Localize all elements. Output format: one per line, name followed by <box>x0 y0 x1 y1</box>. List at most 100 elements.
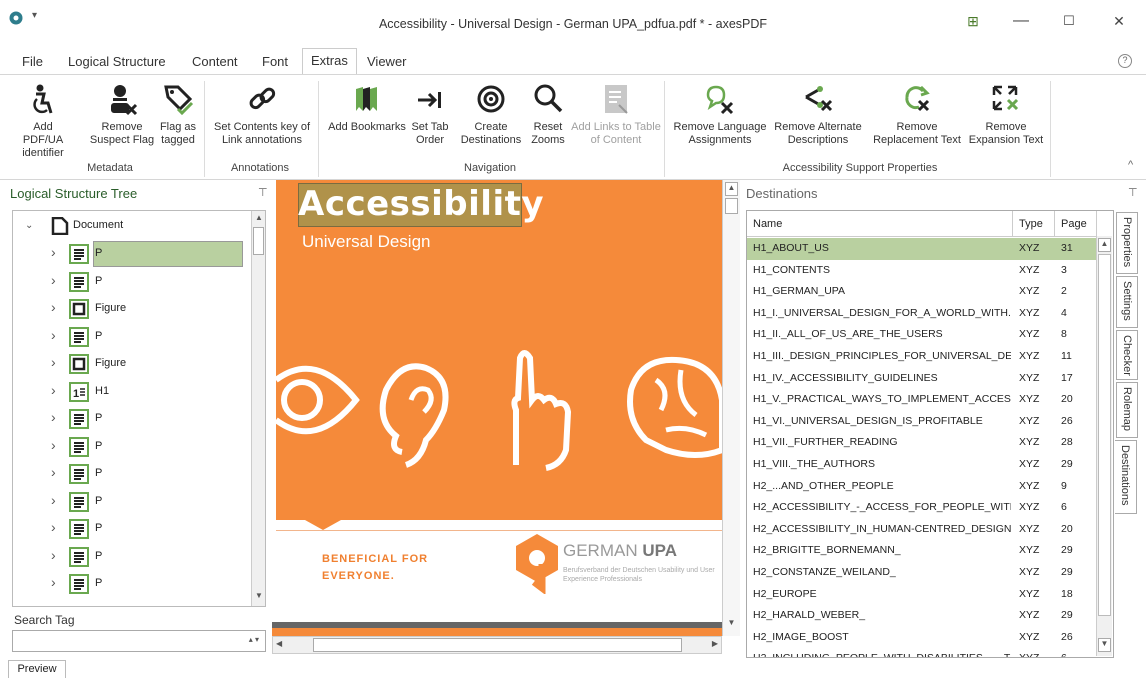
destinations-scrollbar[interactable]: ▲ ▼ <box>1096 236 1112 656</box>
table-row[interactable]: H1_ABOUT_US XYZ 31 <box>747 238 1099 260</box>
flag-as-tagged-button[interactable]: Flag as tagged <box>158 83 198 147</box>
tree-node[interactable]: › P <box>13 544 253 570</box>
table-row[interactable]: H2_BRIGITTE_BORNEMANN_ XYZ 29 <box>747 540 1099 562</box>
table-row[interactable]: H2_CONSTANZE_WEILAND_ XYZ 29 <box>747 562 1099 584</box>
table-row[interactable]: H1_CONTENTS XYZ 3 <box>747 260 1099 282</box>
table-row[interactable]: H1_VII._FURTHER_READING XYZ 28 <box>747 432 1099 454</box>
tree-node[interactable]: › P <box>13 461 253 487</box>
chevron-right-icon[interactable]: › <box>51 437 56 453</box>
set-contents-key-button[interactable]: Set Contents key of Link annotations <box>208 83 316 147</box>
chevron-right-icon[interactable]: › <box>51 574 56 590</box>
add-pdfua-identifier-button[interactable]: Add PDF/UA identifier <box>14 83 72 160</box>
table-row[interactable]: H2_INCLUDING_PEOPLE_WITH_DISABILITIES_-_… <box>747 648 1099 657</box>
side-tab-destinations[interactable]: Destinations <box>1115 440 1137 514</box>
add-links-toc-button[interactable]: Add Links to Table of Content <box>570 83 662 147</box>
chevron-right-icon[interactable]: › <box>51 354 56 370</box>
chevron-right-icon[interactable]: › <box>51 464 56 480</box>
scroll-up-icon[interactable]: ▲ <box>1098 238 1111 252</box>
add-bookmarks-button[interactable]: Add Bookmarks <box>322 83 412 134</box>
table-row[interactable]: H1_GERMAN_UPA XYZ 2 <box>747 281 1099 303</box>
table-row[interactable]: H2_ACCESSIBILITY_IN_HUMAN-CENTRED_DESIGN… <box>747 519 1099 541</box>
tree-node[interactable]: › P <box>13 406 253 432</box>
table-row[interactable]: H2_...AND_OTHER_PEOPLE XYZ 9 <box>747 476 1099 498</box>
table-row[interactable]: H2_IMAGE_BOOST XYZ 26 <box>747 627 1099 649</box>
remove-language-button[interactable]: Remove Language Assignments <box>668 83 772 147</box>
chevron-right-icon[interactable]: › <box>51 244 56 260</box>
tree-node[interactable]: › P <box>13 241 253 267</box>
scroll-thumb[interactable] <box>313 638 682 652</box>
pin-icon[interactable]: ⊤ <box>258 186 268 199</box>
remove-expansion-button[interactable]: Remove Expansion Text <box>966 83 1046 147</box>
tree-node[interactable]: › 1 H1 <box>13 379 253 405</box>
table-row[interactable]: H1_VI._UNIVERSAL_DESIGN_IS_PROFITABLE XYZ… <box>747 411 1099 433</box>
menu-font[interactable]: Font <box>256 52 294 71</box>
menu-logical-structure[interactable]: Logical Structure <box>62 52 172 71</box>
table-row[interactable]: H1_VIII._THE_AUTHORS XYZ 29 <box>747 454 1099 476</box>
tree-node-document[interactable]: ⌄ Document <box>13 213 253 239</box>
document-vertical-scrollbar[interactable]: ▲ ▼ <box>722 180 740 636</box>
tab-preview[interactable]: Preview <box>8 660 66 678</box>
side-tab-properties[interactable]: Properties <box>1116 212 1138 274</box>
column-header-page[interactable]: Page <box>1055 211 1097 237</box>
table-row[interactable]: H1_I._UNIVERSAL_DESIGN_FOR_A_WORLD_WITH.… <box>747 303 1099 325</box>
side-tab-rolemap[interactable]: Rolemap <box>1116 382 1138 438</box>
menu-content[interactable]: Content <box>186 52 244 71</box>
menu-viewer[interactable]: Viewer <box>361 52 413 71</box>
side-tab-checker[interactable]: Checker <box>1116 330 1138 380</box>
chevron-right-icon[interactable]: › <box>51 272 56 288</box>
tree-node[interactable]: › P <box>13 571 253 597</box>
table-row[interactable]: H1_V._PRACTICAL_WAYS_TO_IMPLEMENT_ACCES.… <box>747 389 1099 411</box>
tree-node[interactable]: › Figure <box>13 296 253 322</box>
chevron-right-icon[interactable]: › <box>51 409 56 425</box>
menu-file[interactable]: File <box>16 52 49 71</box>
tree-node[interactable]: › P <box>13 489 253 515</box>
remove-suspect-flag-button[interactable]: Remove Suspect Flag <box>86 83 158 147</box>
scroll-right-icon[interactable]: ▶ <box>712 639 718 648</box>
chevron-right-icon[interactable]: › <box>51 492 56 508</box>
create-destinations-button[interactable]: Create Destinations <box>460 83 522 147</box>
spin-icon[interactable]: ▴ ▾ <box>249 635 259 644</box>
help-icon[interactable]: ? <box>1118 54 1132 68</box>
chevron-right-icon[interactable]: › <box>51 547 56 563</box>
remove-alternate-button[interactable]: Remove Alternate Descriptions <box>770 83 866 147</box>
table-row[interactable]: H2_ACCESSIBILITY_-_ACCESS_FOR_PEOPLE_WIT… <box>747 497 1099 519</box>
search-tag-input[interactable]: ▴ ▾ <box>12 630 266 652</box>
scroll-thumb[interactable] <box>253 227 264 255</box>
scroll-left-icon[interactable]: ◀ <box>276 639 282 648</box>
scroll-down-icon[interactable]: ▼ <box>1098 638 1111 652</box>
chevron-right-icon[interactable]: › <box>51 519 56 535</box>
chevron-right-icon[interactable]: › <box>51 382 56 398</box>
restore-layout-icon[interactable]: ⊞ <box>958 10 988 32</box>
scroll-thumb[interactable] <box>725 198 738 214</box>
maximize-button[interactable]: ☐ <box>1054 10 1084 32</box>
collapse-ribbon-icon[interactable]: ^ <box>1128 159 1133 171</box>
chevron-right-icon[interactable]: › <box>51 327 56 343</box>
tree-node[interactable]: › P <box>13 324 253 350</box>
tree-scrollbar[interactable]: ▲ ▼ <box>251 211 265 606</box>
scroll-thumb[interactable] <box>1098 254 1111 616</box>
chevron-down-icon[interactable]: ⌄ <box>25 220 33 231</box>
table-row[interactable]: H1_II._ALL_OF_US_ARE_THE_USERS XYZ 8 <box>747 324 1099 346</box>
side-tab-settings[interactable]: Settings <box>1116 276 1138 328</box>
scroll-up-icon[interactable]: ▲ <box>725 182 738 196</box>
table-row[interactable]: H1_IV._ACCESSIBILITY_GUIDELINES XYZ 17 <box>747 368 1099 390</box>
reset-zooms-button[interactable]: Reset Zooms <box>526 83 570 147</box>
remove-replacement-button[interactable]: Remove Replacement Text <box>866 83 968 147</box>
menu-extras[interactable]: Extras <box>302 48 357 74</box>
column-header-type[interactable]: Type <box>1013 211 1055 237</box>
tree-node[interactable]: › P <box>13 516 253 542</box>
column-header-name[interactable]: Name <box>747 211 1013 237</box>
tree-node[interactable]: › P <box>13 269 253 295</box>
minimize-button[interactable]: — <box>1006 10 1036 32</box>
close-button[interactable]: ✕ <box>1104 10 1134 32</box>
tree-node[interactable]: › P <box>13 434 253 460</box>
scroll-down-icon[interactable]: ▼ <box>725 618 738 632</box>
scroll-down-icon[interactable]: ▼ <box>252 589 265 603</box>
tree-node[interactable]: › Figure <box>13 351 253 377</box>
table-row[interactable]: H2_HARALD_WEBER_ XYZ 29 <box>747 605 1099 627</box>
scroll-up-icon[interactable]: ▲ <box>252 211 265 225</box>
pin-icon[interactable]: ⊤ <box>1128 186 1138 199</box>
table-row[interactable]: H2_EUROPE XYZ 18 <box>747 584 1099 606</box>
table-row[interactable]: H1_III._DESIGN_PRINCIPLES_FOR_UNIVERSAL_… <box>747 346 1099 368</box>
set-tab-order-button[interactable]: Set Tab Order <box>410 83 450 147</box>
